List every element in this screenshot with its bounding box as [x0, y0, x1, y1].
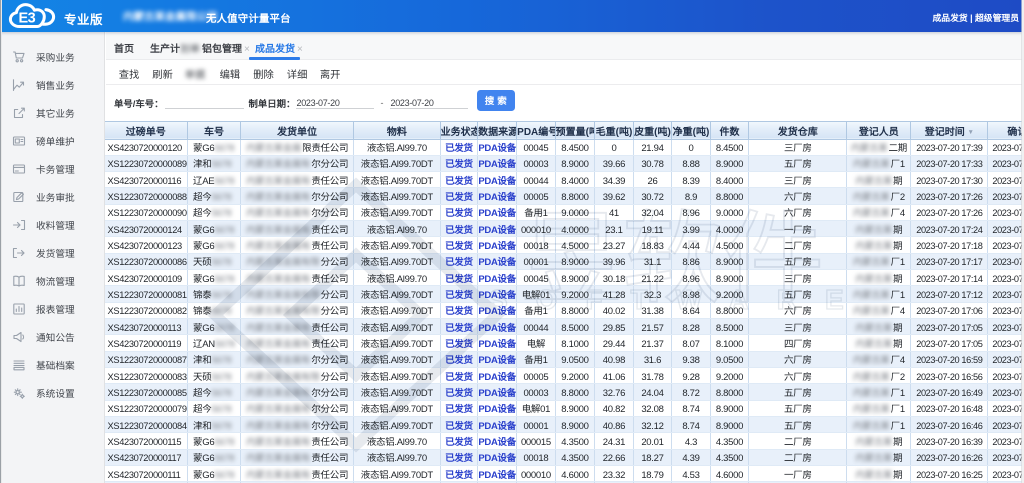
svg-text:E3: E3	[19, 11, 36, 27]
